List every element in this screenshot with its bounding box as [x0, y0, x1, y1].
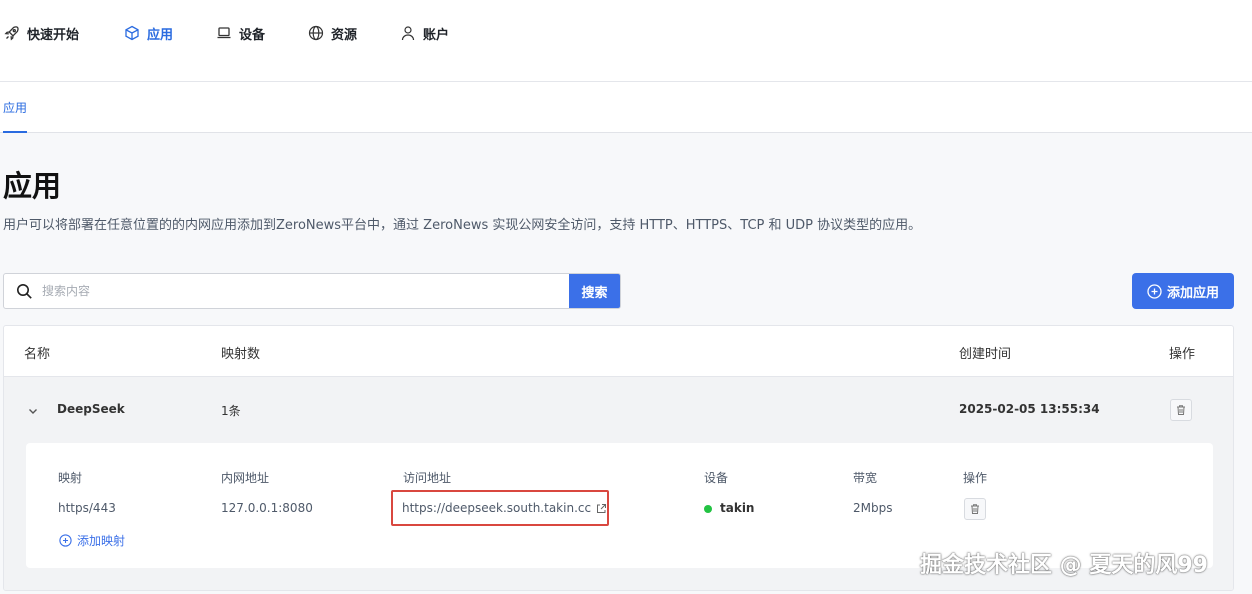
chevron-down-icon[interactable]	[27, 405, 39, 417]
add-mapping-label: 添加映射	[77, 534, 126, 548]
search-button[interactable]: 搜索	[569, 274, 620, 308]
nav-item-label: 应用	[147, 27, 174, 43]
trash-icon	[1175, 404, 1187, 416]
column-header-created: 创建时间	[959, 347, 1012, 362]
detail-header-mapping: 映射	[58, 471, 83, 485]
sub-tabs: 应用	[0, 82, 1252, 133]
plus-circle-icon	[1147, 283, 1162, 299]
search-icon	[16, 283, 33, 300]
delete-mapping-button[interactable]	[964, 498, 986, 520]
cube-icon	[124, 25, 140, 41]
table-header: 名称 映射数 创建时间 操作	[4, 326, 1233, 377]
detail-header-access: 访问地址	[403, 471, 452, 485]
nav-item-label: 账户	[423, 27, 450, 43]
add-mapping-button[interactable]: 添加映射	[59, 532, 125, 549]
nav-item-devices[interactable]: 设备	[216, 24, 266, 43]
created-time: 2025-02-05 13:55:34	[959, 402, 1100, 416]
tab-apps[interactable]: 应用	[3, 99, 28, 133]
intranet-address: 127.0.0.1:8080	[221, 501, 313, 515]
page-title: 应用	[3, 169, 62, 203]
user-icon	[400, 25, 416, 41]
add-app-label: 添加应用	[1166, 285, 1219, 301]
nav-item-label: 设备	[239, 27, 266, 43]
column-header-actions: 操作	[1169, 347, 1196, 362]
app-name: DeepSeek	[57, 402, 125, 416]
nav-item-label: 快速开始	[27, 27, 80, 43]
page-description: 用户可以将部署在任意位置的的内网应用添加到ZeroNews平台中，通过 Zero…	[3, 218, 922, 233]
top-navigation: 快速开始 应用 设备 资源 账户	[0, 0, 1252, 82]
device-name: takin	[720, 501, 755, 515]
trash-icon	[969, 503, 981, 515]
plus-circle-icon	[59, 534, 72, 547]
rocket-icon	[4, 25, 20, 41]
nav-item-account[interactable]: 账户	[400, 24, 450, 43]
mapping-count: 1条	[221, 404, 241, 418]
external-link-icon	[596, 503, 607, 514]
globe-icon	[308, 25, 324, 41]
device-status-dot	[704, 505, 712, 513]
nav-item-quickstart[interactable]: 快速开始	[4, 24, 80, 43]
watermark: 掘金技术社区 @ 夏天的风99	[920, 553, 1208, 578]
detail-header-intranet: 内网地址	[221, 471, 270, 485]
access-url: https://deepseek.south.takin.cc	[402, 501, 592, 515]
detail-header-actions: 操作	[963, 471, 988, 485]
mapping-protocol: https/443	[58, 501, 116, 515]
nav-item-label: 资源	[331, 27, 358, 43]
add-app-button[interactable]: 添加应用	[1132, 273, 1234, 309]
bandwidth-value: 2Mbps	[853, 501, 893, 515]
search-bar: 搜索	[3, 273, 621, 309]
column-header-name: 名称	[24, 347, 51, 362]
column-header-mappings: 映射数	[221, 347, 261, 362]
nav-item-resources[interactable]: 资源	[308, 24, 358, 43]
nav-item-apps[interactable]: 应用	[124, 24, 174, 43]
detail-header-bandwidth: 带宽	[853, 471, 878, 485]
access-address-link[interactable]: https://deepseek.south.takin.cc	[391, 490, 609, 526]
laptop-icon	[216, 25, 232, 41]
search-input[interactable]	[42, 274, 570, 308]
delete-app-button[interactable]	[1170, 399, 1192, 421]
detail-header-device: 设备	[704, 471, 729, 485]
